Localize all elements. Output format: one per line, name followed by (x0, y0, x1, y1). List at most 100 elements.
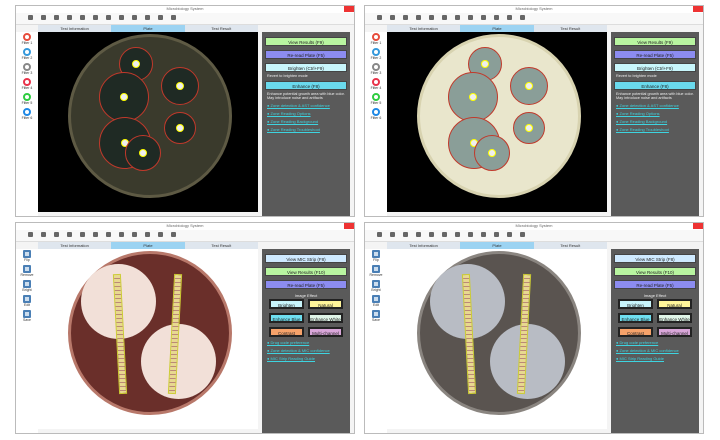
toolbar-icon[interactable] (520, 232, 525, 237)
toolbar-icon[interactable] (132, 232, 137, 237)
view-mic-strip-button[interactable]: View MIC Strip (F8) (614, 254, 696, 263)
help-link[interactable]: Drug code preference (267, 340, 345, 345)
toolbar-icon[interactable] (390, 232, 395, 237)
antibiotic-disk[interactable] (481, 60, 489, 68)
toolbar-icon[interactable] (54, 15, 59, 20)
toolbar-icon[interactable] (41, 15, 46, 20)
image-effect-button[interactable]: Natural (308, 299, 343, 309)
toolbar-icon[interactable] (119, 232, 124, 237)
tab[interactable]: Plate (460, 25, 534, 32)
tool-button[interactable]: Flip (16, 250, 38, 264)
toolbar-icon[interactable] (80, 232, 85, 237)
filter-button[interactable]: Filter 4 (16, 78, 38, 92)
tab[interactable]: Test Result (185, 242, 258, 249)
help-link[interactable]: Zone Reading Options (267, 111, 345, 116)
toolbar-icon[interactable] (67, 15, 72, 20)
help-link[interactable]: MIC Strip Reading Guide (267, 356, 345, 361)
view-mic-strip-button[interactable]: View MIC Strip (F8) (265, 254, 347, 263)
antibiotic-disk[interactable] (139, 149, 147, 157)
toolbar-icon[interactable] (481, 232, 486, 237)
close-button[interactable] (344, 6, 354, 12)
brighten-button[interactable]: Brighten (Ctrl+F9) (265, 63, 347, 72)
help-link[interactable]: Zone detection & MIC confidence (267, 348, 345, 353)
toolbar-icon[interactable] (80, 15, 85, 20)
help-link[interactable]: Zone Reading Background (616, 119, 694, 124)
tab[interactable]: Test Information (387, 242, 460, 249)
toolbar-icon[interactable] (106, 232, 111, 237)
filter-button[interactable]: Filter 3 (365, 63, 387, 77)
help-link[interactable]: Zone detection & MIC confidence (616, 348, 694, 353)
antibiotic-disk[interactable] (525, 124, 533, 132)
image-effect-button[interactable]: Natural (657, 299, 692, 309)
tool-button[interactable]: Bright (16, 280, 38, 294)
toolbar-icon[interactable] (455, 232, 460, 237)
tab[interactable]: Test Result (534, 25, 607, 32)
toolbar-icon[interactable] (416, 15, 421, 20)
plate-image[interactable] (38, 249, 258, 429)
toolbar-icon[interactable] (158, 15, 163, 20)
toolbar-icon[interactable] (494, 15, 499, 20)
reread-plate-button[interactable]: Re-read Plate (F5) (265, 50, 347, 59)
tab[interactable]: Plate (111, 25, 185, 32)
filter-button[interactable]: Filter 6 (365, 108, 387, 122)
tab[interactable]: Test Information (387, 25, 460, 32)
tool-button[interactable]: Edit (16, 295, 38, 309)
toolbar-icon[interactable] (507, 232, 512, 237)
help-link[interactable]: Zone Reading Troubleshoot (616, 127, 694, 132)
image-effect-button[interactable]: Contrast (618, 327, 653, 337)
view-results-button[interactable]: View Results (F9) (265, 37, 347, 46)
tool-button[interactable]: Flip (365, 250, 387, 264)
brighten-button[interactable]: Brighten (Ctrl+F9) (614, 63, 696, 72)
help-link[interactable]: Zone detection & AST confidence (267, 103, 345, 108)
plate-image[interactable] (38, 32, 258, 212)
toolbar-icon[interactable] (377, 15, 382, 20)
toolbar-icon[interactable] (507, 15, 512, 20)
antibiotic-disk[interactable] (176, 82, 184, 90)
toolbar-icon[interactable] (429, 232, 434, 237)
view-results-button[interactable]: View Results (F9) (614, 37, 696, 46)
tab[interactable]: Plate (460, 242, 534, 249)
tool-button[interactable]: Bright (365, 280, 387, 294)
plate-image[interactable] (387, 249, 607, 429)
toolbar-icon[interactable] (442, 232, 447, 237)
help-link[interactable]: Zone detection & AST confidence (616, 103, 694, 108)
toolbar-icon[interactable] (171, 232, 176, 237)
close-button[interactable] (693, 6, 703, 12)
image-effect-button[interactable]: Contrast (269, 327, 304, 337)
toolbar-icon[interactable] (119, 15, 124, 20)
filter-button[interactable]: Filter 4 (365, 78, 387, 92)
help-link[interactable]: Drug code preference (616, 340, 694, 345)
toolbar-icon[interactable] (158, 232, 163, 237)
filter-button[interactable]: Filter 5 (16, 93, 38, 107)
antibiotic-disk[interactable] (525, 82, 533, 90)
filter-button[interactable]: Filter 5 (365, 93, 387, 107)
image-effect-button[interactable]: Enhance White (657, 313, 692, 323)
filter-button[interactable]: Filter 2 (365, 48, 387, 62)
plate-image[interactable] (387, 32, 607, 212)
toolbar-icon[interactable] (171, 15, 176, 20)
enhance-button[interactable]: Enhance (F8) (265, 81, 347, 90)
help-link[interactable]: Zone Reading Options (616, 111, 694, 116)
tool-button[interactable]: Save (16, 310, 38, 324)
tab[interactable]: Test Information (38, 25, 111, 32)
antibiotic-disk[interactable] (120, 93, 128, 101)
close-button[interactable] (693, 223, 703, 229)
help-link[interactable]: Zone Reading Background (267, 119, 345, 124)
antibiotic-disk[interactable] (488, 149, 496, 157)
image-effect-button[interactable]: Brighten (618, 299, 653, 309)
image-effect-button[interactable]: Multi-channel (657, 327, 692, 337)
toolbar-icon[interactable] (481, 15, 486, 20)
toolbar-icon[interactable] (54, 232, 59, 237)
toolbar-icon[interactable] (468, 232, 473, 237)
toolbar-icon[interactable] (28, 15, 33, 20)
toolbar-icon[interactable] (520, 15, 525, 20)
tab[interactable]: Test Result (185, 25, 258, 32)
tool-button[interactable]: Save (365, 310, 387, 324)
view-results-button[interactable]: View Results (F10) (265, 267, 347, 276)
tab[interactable]: Test Information (38, 242, 111, 249)
filter-button[interactable]: Filter 2 (16, 48, 38, 62)
image-effect-button[interactable]: Brighten (269, 299, 304, 309)
toolbar-icon[interactable] (145, 15, 150, 20)
toolbar-icon[interactable] (93, 15, 98, 20)
toolbar-icon[interactable] (455, 15, 460, 20)
